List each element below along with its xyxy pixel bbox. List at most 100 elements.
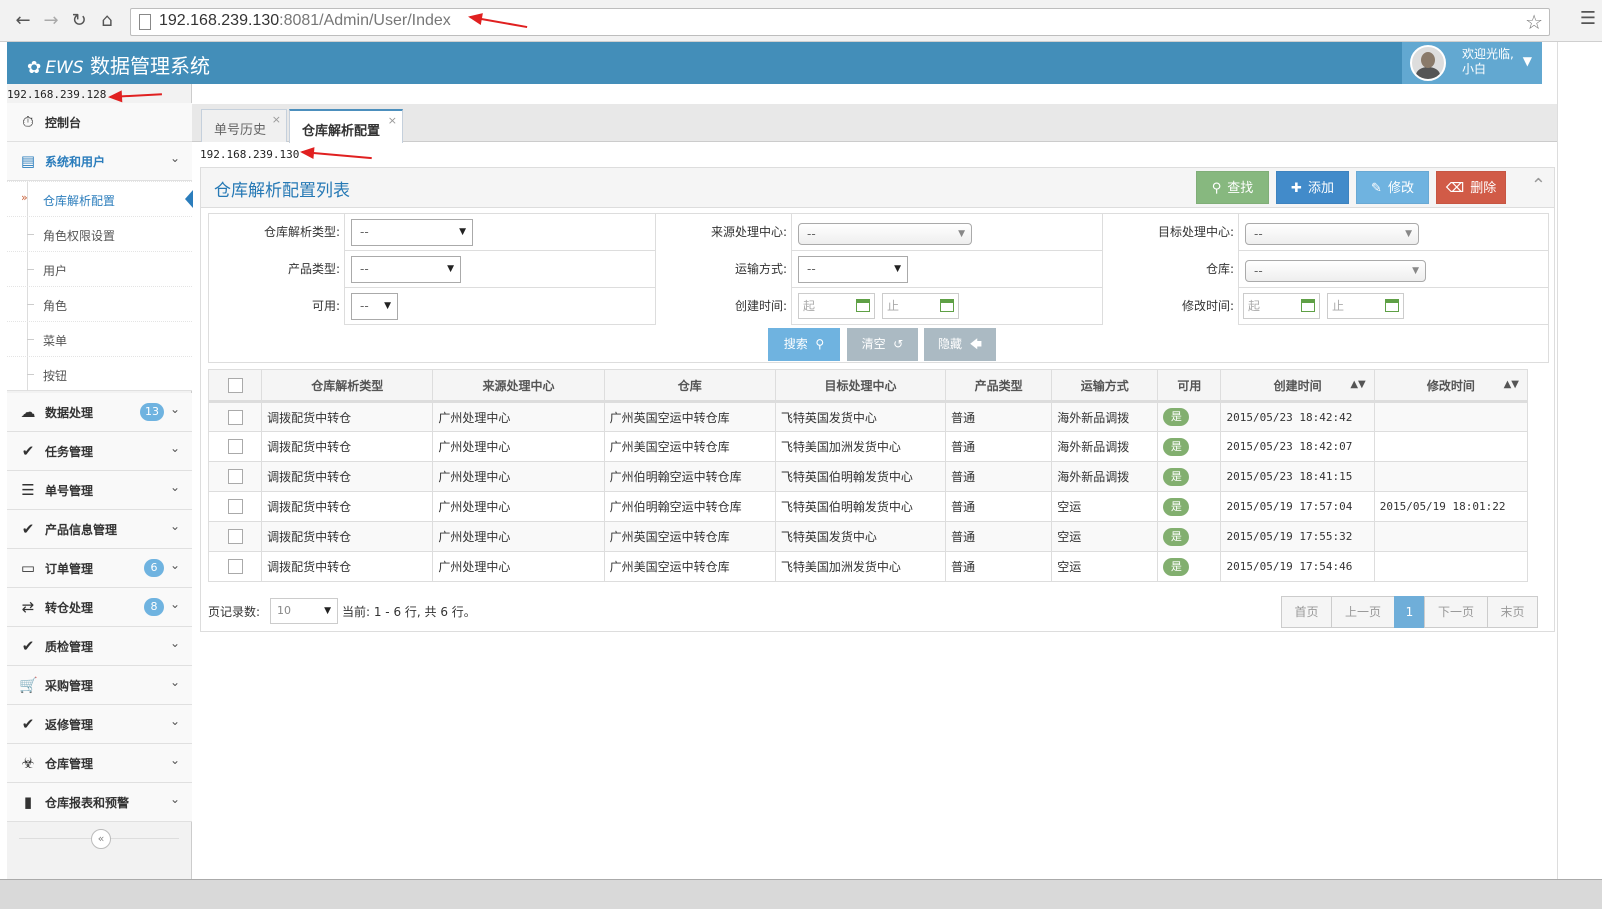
table-row[interactable]: 调拨配货中转仓 广州处理中心 广州伯明翰空运中转仓库 飞特英国伯明翰发货中心 普通 空运是… xyxy=(207,491,1529,522)
close-icon[interactable]: × xyxy=(388,114,397,127)
table-cell: 广州处理中心 xyxy=(432,401,605,432)
modified-to-input[interactable]: 止 xyxy=(1327,293,1404,319)
table-cell: 飞特美国加洲发货中心 xyxy=(774,431,947,462)
next-page-button[interactable]: 下一页 xyxy=(1424,596,1488,628)
chevron-up-icon[interactable]: ⌃ xyxy=(1531,175,1546,196)
table-row[interactable]: 调拨配货中转仓 广州处理中心 广州伯明翰空运中转仓库 飞特英国伯明翰发货中心 普通 海外新… xyxy=(207,461,1529,492)
column-header[interactable]: 目标处理中心 xyxy=(774,369,947,403)
edit-button[interactable]: ✎ 修改 xyxy=(1356,171,1429,204)
submenu-item-warehouse-config[interactable]: » 仓库解析配置 xyxy=(7,181,193,216)
table-row[interactable]: 调拨配货中转仓 广州处理中心 广州美国空运中转仓库 飞特美国加洲发货中心 普通 海外新品调… xyxy=(207,431,1529,462)
sidebar-item-purchasing[interactable]: 🛒 采购管理 ⌄ xyxy=(7,666,192,705)
bookmark-star-icon[interactable]: ☆ xyxy=(1525,10,1543,34)
sidebar-item-product-info[interactable]: ✔ 产品信息管理 ⌄ xyxy=(7,510,192,549)
first-page-button[interactable]: 首页 xyxy=(1281,596,1332,628)
column-header[interactable]: 仓库解析类型 xyxy=(261,369,434,403)
filter-cell: -- ▼ xyxy=(792,251,1103,288)
chevron-down-icon: ⌄ xyxy=(169,402,180,416)
row-checkbox[interactable] xyxy=(227,529,243,544)
scrollbar[interactable] xyxy=(1557,42,1602,879)
last-page-button[interactable]: 末页 xyxy=(1487,596,1538,628)
page-size-select[interactable]: 10 ▼ xyxy=(270,598,338,624)
find-button[interactable]: ⚲ 查找 xyxy=(1196,171,1269,204)
sidebar-item-order-management[interactable]: ▭ 订单管理 6 ⌄ xyxy=(7,549,192,588)
row-checkbox[interactable] xyxy=(227,439,243,454)
sidebar-item-warehouse-management[interactable]: ☣ 仓库管理 ⌄ xyxy=(7,744,192,783)
created-from-input[interactable]: 起 xyxy=(798,293,875,319)
warehouse-select[interactable]: -- ▼ xyxy=(1245,260,1426,282)
logo[interactable]: ✿ EWS 数据管理系统 xyxy=(27,50,210,79)
submenu-item-roles[interactable]: 角色 xyxy=(7,286,192,321)
submenu-item-menus[interactable]: 菜单 xyxy=(7,321,192,356)
sidebar-item-data-processing[interactable]: ☁ 数据处理 13 ⌄ xyxy=(7,393,192,432)
column-header[interactable]: 来源处理中心 xyxy=(432,369,605,403)
column-header-created[interactable]: 创建时间 ▲▼ xyxy=(1220,369,1375,403)
product-type-select[interactable]: -- ▼ xyxy=(351,256,461,283)
row-checkbox[interactable] xyxy=(227,409,243,425)
sidebar-item-system-users[interactable]: ▤ 系统和用户 ⌄ xyxy=(7,142,192,181)
search-button[interactable]: 搜索 ⚲ xyxy=(768,328,840,361)
column-header[interactable]: 仓库 xyxy=(603,369,776,403)
source-select[interactable]: -- ▼ xyxy=(798,223,972,245)
reload-icon[interactable]: ↻ xyxy=(68,10,90,32)
back-arrow-icon[interactable]: ← xyxy=(12,10,34,32)
hide-button[interactable]: 隐藏 🡄 xyxy=(924,328,996,361)
table-row[interactable]: 调拨配货中转仓 广州处理中心 广州英国空运中转仓库 飞特英国发货中心 普通 空运是 2015… xyxy=(207,521,1529,552)
table-row[interactable]: 调拨配货中转仓 广州处理中心 广州英国空运中转仓库 飞特英国发货中心 普通 海外新品调拨是… xyxy=(207,401,1529,432)
sidebar-item-repair[interactable]: ✔ 返修管理 ⌄ xyxy=(7,705,192,744)
modified-from-input[interactable]: 起 xyxy=(1243,293,1320,319)
transport-select[interactable]: -- ▼ xyxy=(798,256,908,283)
sidebar-item-transfer-processing[interactable]: ⇄ 转仓处理 8 ⌄ xyxy=(7,588,192,627)
column-header-modified[interactable]: 修改时间 ▲▼ xyxy=(1373,369,1529,403)
submenu-dash xyxy=(27,304,34,305)
filter-label-created: 创建时间: xyxy=(656,288,792,325)
sidebar-item-quality-check[interactable]: ✔ 质检管理 ⌄ xyxy=(7,627,192,666)
column-header[interactable]: 运输方式 xyxy=(1051,369,1159,403)
sidebar-item-warehouse-reports[interactable]: ▮ 仓库报表和预警 ⌄ xyxy=(7,783,192,822)
delete-button[interactable]: ⌫ 删除 xyxy=(1436,171,1506,204)
sidebar-item-number-management[interactable]: ☰ 单号管理 ⌄ xyxy=(7,471,192,510)
tab-number-history[interactable]: 单号历史 × xyxy=(201,109,287,142)
row-checkbox[interactable] xyxy=(227,469,243,484)
enabled-select[interactable]: -- ▼ xyxy=(351,293,398,320)
browser-menu-icon[interactable]: ☰ xyxy=(1580,8,1596,29)
annotation-arrow xyxy=(301,151,372,160)
address-bar[interactable]: 192.168.239.130:8081/Admin/User/Index ☆ xyxy=(130,8,1550,36)
clear-button[interactable]: 清空 ↺ xyxy=(847,328,918,361)
sidebar-item-dashboard[interactable]: ⏱ 控制台 xyxy=(7,103,192,142)
filter-cell: 起 止 xyxy=(1239,288,1548,325)
table-cell: 广州处理中心 xyxy=(432,521,605,552)
chevron-down-icon: ⌄ xyxy=(169,597,180,611)
row-checkbox[interactable] xyxy=(227,559,243,574)
column-header[interactable]: 产品类型 xyxy=(945,369,1053,403)
type-select[interactable]: -- ▼ xyxy=(351,219,473,246)
submenu-item-label: 按钮 xyxy=(43,369,68,383)
table-row[interactable]: 调拨配货中转仓 广州处理中心 广州美国空运中转仓库 飞特美国加洲发货中心 普通 空运是 20… xyxy=(207,551,1529,582)
submenu-item-role-permissions[interactable]: 角色权限设置 xyxy=(7,216,192,251)
column-header[interactable]: 可用 xyxy=(1157,369,1222,403)
calendar-icon[interactable] xyxy=(940,299,954,312)
caret-down-icon: ▼ xyxy=(1405,229,1412,239)
calendar-icon[interactable] xyxy=(1385,299,1399,312)
forward-arrow-icon[interactable]: → xyxy=(40,10,62,32)
target-select[interactable]: -- ▼ xyxy=(1245,223,1419,245)
table-cell: 是 xyxy=(1157,461,1222,492)
user-menu[interactable]: 欢迎光临, 小白 ▼ xyxy=(1402,42,1542,84)
calendar-icon[interactable] xyxy=(856,299,870,312)
add-button[interactable]: ✚ 添加 xyxy=(1276,171,1349,204)
filter-label-warehouse: 仓库: xyxy=(1103,251,1239,288)
page-1-button[interactable]: 1 xyxy=(1394,596,1425,628)
tab-warehouse-config[interactable]: 仓库解析配置 × xyxy=(289,109,403,143)
sidebar-item-task-management[interactable]: ✔ 任务管理 ⌄ xyxy=(7,432,192,471)
select-all-checkbox[interactable] xyxy=(227,377,243,393)
sidebar-item-label: 产品信息管理 xyxy=(45,523,118,537)
row-checkbox[interactable] xyxy=(227,499,243,514)
prev-page-button[interactable]: 上一页 xyxy=(1331,596,1395,628)
sidebar-collapse-button[interactable]: « xyxy=(91,829,111,849)
calendar-icon[interactable] xyxy=(1301,299,1315,312)
submenu-item-users[interactable]: 用户 xyxy=(7,251,192,286)
created-to-input[interactable]: 止 xyxy=(882,293,959,319)
home-icon[interactable]: ⌂ xyxy=(96,10,118,32)
close-icon[interactable]: × xyxy=(272,113,281,126)
submenu-item-buttons[interactable]: 按钮 xyxy=(7,356,192,391)
